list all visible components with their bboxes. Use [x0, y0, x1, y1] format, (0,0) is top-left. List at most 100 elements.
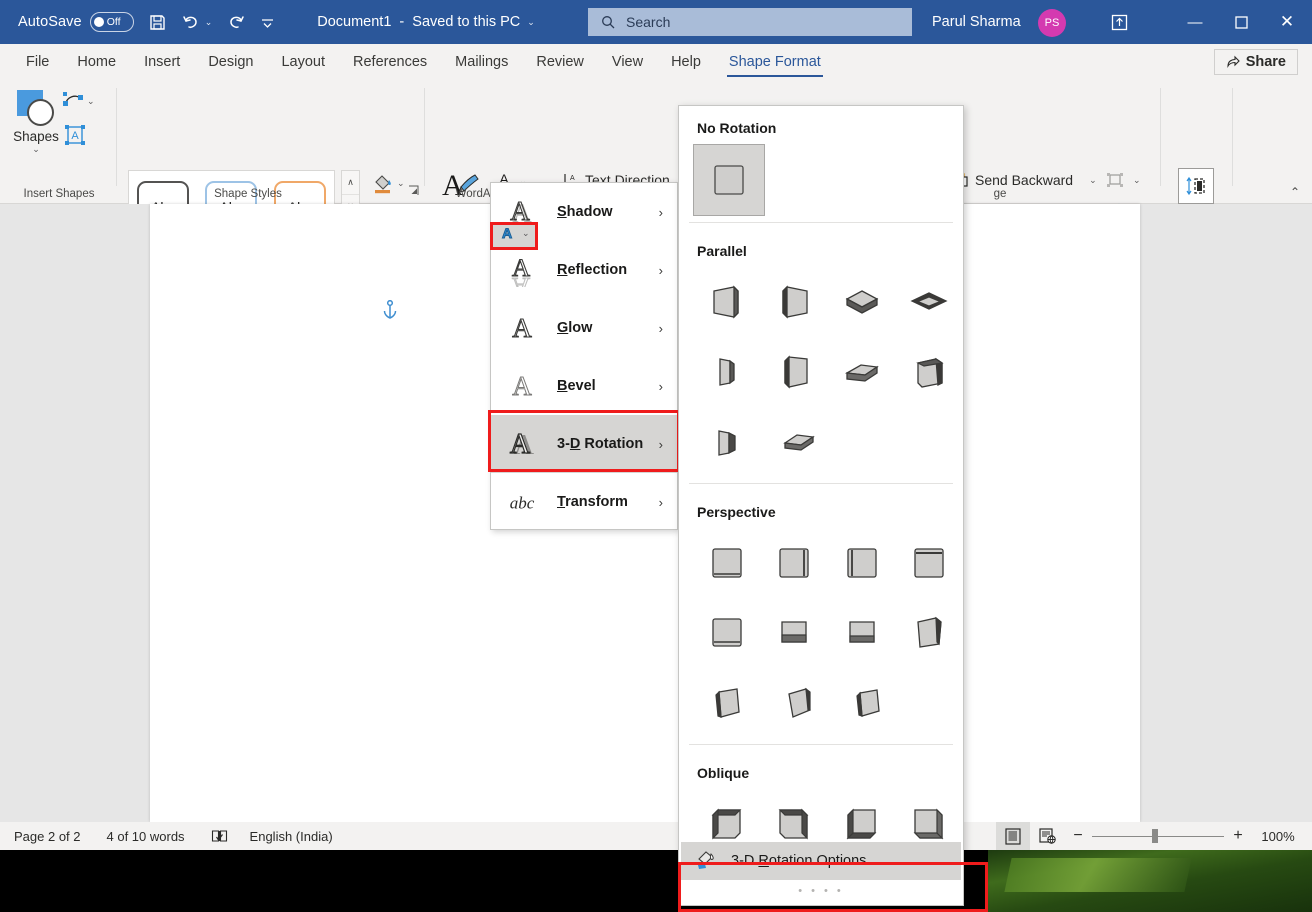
rotation-preset-perspective-above[interactable] — [896, 528, 964, 598]
print-layout-view-icon[interactable] — [996, 822, 1030, 850]
tab-help[interactable]: Help — [657, 44, 715, 80]
menu-item-label: Transform — [557, 494, 628, 510]
rotation-preset-isometric-left-down[interactable] — [693, 267, 761, 337]
rotation-preset-perspective-relaxed-moderately[interactable] — [833, 668, 903, 738]
rotation-preset-perspective-left[interactable] — [761, 528, 829, 598]
tab-shape-format[interactable]: Shape Format — [715, 44, 835, 80]
edit-shape-button[interactable]: ⌄ — [62, 90, 95, 112]
rotation-preset-isometric-right-up[interactable] — [761, 267, 829, 337]
collapse-ribbon-icon[interactable]: ⌃ — [1290, 185, 1300, 199]
search-input[interactable]: Search — [588, 8, 912, 36]
send-backward-caret[interactable]: ⌄ — [1089, 175, 1097, 186]
chevron-right-icon: › — [658, 262, 663, 278]
divider — [689, 222, 953, 223]
rotation-preset-no-rotation[interactable] — [693, 144, 765, 216]
tab-review[interactable]: Review — [522, 44, 598, 80]
rotation-preset-off-axis-1-right[interactable] — [828, 337, 896, 407]
ribbon-display-options-icon[interactable] — [1096, 0, 1142, 44]
group-objects-caret[interactable]: ⌄ — [1133, 175, 1141, 186]
divider — [424, 88, 425, 186]
menu-item-label: Bevel — [557, 378, 596, 394]
search-placeholder: Search — [626, 14, 671, 30]
autosave-knob — [93, 17, 104, 27]
search-icon — [602, 15, 615, 28]
zoom-out-button[interactable]: − — [1064, 827, 1092, 845]
menu-item-3d-rotation[interactable]: AA 3-D Rotation › — [491, 415, 677, 473]
rotation-preset-isometric-bottom-down[interactable] — [761, 337, 829, 407]
page-indicator[interactable]: Page 2 of 2 — [14, 829, 81, 844]
menu-item-transform[interactable]: abc Transform › — [491, 473, 677, 531]
chevron-right-icon: › — [658, 320, 663, 336]
panel-resize-grip[interactable]: • • • • — [679, 885, 963, 897]
divider — [116, 88, 117, 186]
rotation-preset-off-axis-2-right[interactable] — [763, 407, 833, 477]
object-anchor-icon — [382, 299, 398, 325]
tab-design[interactable]: Design — [194, 44, 267, 80]
tab-mailings[interactable]: Mailings — [441, 44, 522, 80]
rotation-preset-perspective-heroic-extreme-right[interactable] — [693, 668, 763, 738]
autosave-toggle[interactable]: Off — [89, 12, 134, 32]
close-button[interactable]: ✕ — [1264, 0, 1310, 44]
avatar[interactable]: PS — [1038, 9, 1066, 37]
3d-rotation-options-item[interactable]: 3-D Rotation Options... — [681, 842, 961, 880]
shapes-button[interactable]: Shapes ⌄ — [10, 86, 62, 166]
rotation-preset-perspective-heroic-extreme-left[interactable] — [896, 598, 964, 668]
rotation-preset-perspective-below[interactable] — [693, 598, 761, 668]
redo-icon[interactable] — [226, 12, 246, 32]
zoom-thumb[interactable] — [1152, 829, 1158, 843]
document-title-caret[interactable]: ⌄ — [527, 17, 535, 28]
rotation-preset-perspective-front[interactable] — [693, 528, 761, 598]
zoom-level-label[interactable]: 100% — [1252, 829, 1304, 844]
shape-fill-button[interactable]: ⌄ — [372, 172, 405, 194]
save-icon[interactable] — [148, 13, 167, 32]
rotation-preset-isometric-top-down[interactable] — [896, 267, 964, 337]
rotation-preset-perspective-contrasting-right[interactable] — [828, 598, 896, 668]
section-heading-parallel: Parallel — [697, 243, 747, 259]
menu-item-bevel[interactable]: A Bevel › — [491, 357, 677, 415]
document-name: Document1 — [317, 14, 392, 30]
tab-view[interactable]: View — [598, 44, 657, 80]
text-effects-caret[interactable]: ⌄ — [522, 228, 530, 239]
share-button[interactable]: Share — [1213, 49, 1298, 75]
rotation-preset-isometric-top-up[interactable] — [828, 267, 896, 337]
rotation-preset-perspective-right[interactable] — [828, 528, 896, 598]
draw-text-box-button[interactable]: A — [64, 124, 86, 146]
tab-references[interactable]: References — [339, 44, 441, 80]
send-backward-button[interactable]: Send Backward ⌄ — [952, 172, 1097, 188]
menu-item-glow[interactable]: AA Glow › — [491, 299, 677, 357]
document-title: Document1 - Saved to this PC — [317, 14, 521, 30]
rotation-row — [679, 668, 963, 738]
restore-button[interactable] — [1218, 0, 1264, 44]
undo-dropdown-caret[interactable]: ⌄ — [205, 17, 213, 28]
tab-insert[interactable]: Insert — [130, 44, 194, 80]
undo-icon[interactable] — [181, 12, 201, 32]
rotation-preset-off-axis-1-left[interactable] — [896, 337, 964, 407]
shapes-label: Shapes — [13, 129, 59, 144]
web-layout-view-icon[interactable] — [1030, 822, 1064, 850]
group-objects-button[interactable]: ⌄ — [1106, 172, 1141, 188]
word-count[interactable]: 4 of 10 words — [107, 829, 185, 844]
zoom-in-button[interactable]: + — [1224, 827, 1252, 845]
minimize-button[interactable]: — — [1172, 0, 1218, 44]
status-bar-right: − + 100% — [996, 822, 1312, 850]
shapes-dropdown-caret[interactable]: ⌄ — [32, 144, 40, 155]
title-bar: AutoSave Off ⌄ Document1 - Saved to this… — [0, 0, 1312, 44]
rotation-preset-perspective-relaxed[interactable] — [763, 668, 833, 738]
rotation-preset-perspective-contrasting-left[interactable] — [761, 598, 829, 668]
shape-fill-caret[interactable]: ⌄ — [397, 178, 405, 189]
customize-quick-access-icon[interactable] — [260, 15, 275, 30]
tab-home[interactable]: Home — [63, 44, 130, 80]
rotation-row — [679, 528, 963, 598]
tab-layout[interactable]: Layout — [267, 44, 339, 80]
rotation-preset-off-axis-1-top[interactable] — [693, 407, 763, 477]
text-effects-button[interactable]: A ⌄ — [497, 226, 530, 241]
rotation-row — [679, 144, 963, 216]
shape-styles-dialog-launcher[interactable] — [408, 185, 419, 199]
rotation-preset-isometric-bottom-up[interactable] — [693, 337, 761, 407]
proofing-errors-icon[interactable] — [211, 829, 228, 844]
zoom-slider[interactable] — [1092, 822, 1224, 850]
edit-shape-caret[interactable]: ⌄ — [87, 96, 95, 107]
tab-file[interactable]: File — [12, 44, 63, 80]
language-indicator[interactable]: English (India) — [250, 829, 333, 844]
3d-rotation-options-label: 3-D Rotation Options... — [731, 853, 879, 869]
